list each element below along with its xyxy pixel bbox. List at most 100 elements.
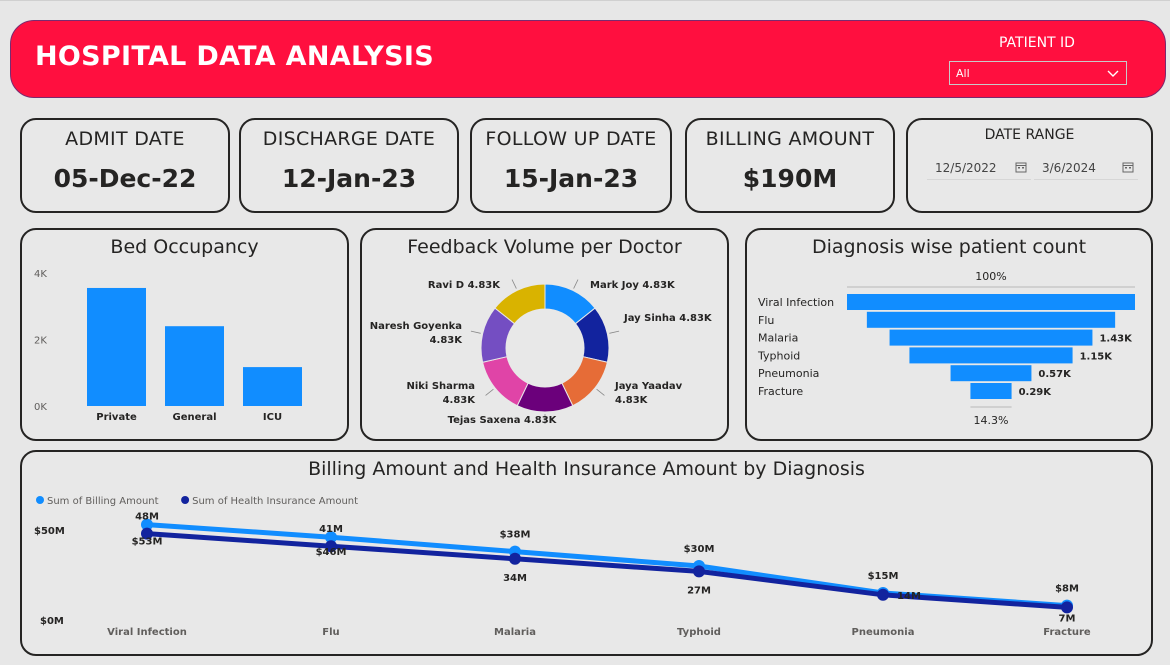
date-range-slicer: DATE RANGE 12/5/2022 3/6/2024 — [906, 118, 1153, 213]
data-label: $8M — [1055, 584, 1079, 595]
kpi-label: FOLLOW UP DATE — [485, 128, 657, 150]
series-point — [693, 565, 705, 578]
slice-label: Mark Joy 4.83K — [590, 280, 676, 291]
slice-label: Jay Sinha 4.83K — [623, 313, 713, 324]
bed-occupancy-card: Bed Occupancy 0K 2K 4K Private General ICU — [20, 228, 349, 441]
slice-label-name: Niki Sharma — [406, 381, 475, 392]
start-date-input[interactable]: 12/5/2022 — [927, 156, 1031, 180]
x-tick-label: Flu — [322, 627, 339, 638]
date-range-label: DATE RANGE — [984, 127, 1075, 143]
data-label: $38M — [500, 530, 531, 541]
y-tick-label: $50M — [34, 526, 65, 537]
kpi-label: BILLING AMOUNT — [705, 128, 875, 150]
page-title: HOSPITAL DATA ANALYSIS — [35, 41, 434, 72]
donut-slice — [482, 356, 529, 407]
data-label: $30M — [684, 544, 715, 555]
kpi-value: 15-Jan-23 — [503, 164, 639, 193]
funnel-bar — [950, 365, 1032, 382]
x-tick-label: Typhoid — [677, 627, 721, 638]
data-label: $53M — [132, 537, 163, 548]
legend-label: Sum of Billing Amount — [47, 496, 159, 507]
kpi-label: ADMIT DATE — [65, 128, 185, 150]
leader-line — [609, 330, 620, 334]
x-tick-label: Malaria — [494, 627, 536, 638]
dashboard: HOSPITAL DATA ANALYSIS PATIENT ID All AD… — [0, 0, 1170, 665]
y-tick-label: $0M — [40, 616, 64, 627]
feedback-donut-chart: Mark Joy 4.83K Jay Sinha 4.83K Jaya Yaadav… — [370, 279, 713, 426]
data-label: 14M — [897, 591, 921, 602]
slice-label: Tejas Saxena 4.83K — [448, 415, 558, 426]
data-label: 27M — [687, 585, 711, 596]
data-label: 7M — [1059, 613, 1076, 624]
patient-id-value: All — [956, 67, 970, 80]
data-label: 1.43K — [1099, 334, 1133, 345]
top-percent-label: 100% — [975, 270, 1006, 283]
legend-label: Sum of Health Insurance Amount — [192, 496, 358, 507]
bar — [165, 326, 224, 406]
end-date-input[interactable]: 3/6/2024 — [1034, 156, 1138, 180]
bed-occupancy-chart: 0K 2K 4K Private General ICU — [34, 269, 302, 423]
funnel-bar — [866, 311, 1116, 328]
chevron-down-icon — [1107, 70, 1119, 77]
end-date-value: 3/6/2024 — [1042, 161, 1096, 175]
funnel-bar — [847, 294, 1135, 310]
x-tick-label: Private — [96, 412, 137, 423]
slice-label-value: 4.83K — [443, 395, 477, 406]
data-label: 0.29K — [1019, 387, 1053, 398]
calendar-icon[interactable] — [1015, 161, 1027, 173]
category-label: Typhoid — [757, 349, 800, 362]
leader-line — [596, 388, 605, 396]
x-tick-label: Viral Infection — [107, 627, 187, 638]
category-label: Malaria — [758, 332, 798, 345]
legend-marker — [181, 496, 190, 504]
category-label: Viral Infection — [758, 296, 834, 309]
diagnosis-funnel-chart: 100% Viral Infection Flu Malaria 1.43K Typhoi… — [757, 270, 1135, 427]
series-line — [146, 531, 1068, 610]
slice-label-value: 4.83K — [430, 335, 464, 346]
kpi-follow-up-date: FOLLOW UP DATE 15-Jan-23 — [470, 118, 672, 213]
series-point — [509, 552, 521, 565]
slice-label: Ravi D 4.83K — [428, 280, 501, 291]
leader-line — [511, 279, 517, 289]
data-label: 34M — [503, 573, 527, 584]
y-tick-label: 0K — [34, 402, 47, 413]
kpi-value: 12-Jan-23 — [281, 164, 417, 193]
slice-label-name: Naresh Goyenka — [370, 321, 462, 332]
billing-card: Billing Amount and Health Insurance Amou… — [20, 450, 1153, 656]
kpi-label: DISCHARGE DATE — [262, 128, 436, 150]
patient-id-dropdown[interactable]: All — [949, 61, 1127, 85]
category-label: Flu — [758, 314, 774, 327]
x-tick-label: Pneumonia — [852, 627, 915, 638]
calendar-icon[interactable] — [1122, 161, 1134, 173]
series-point — [1061, 601, 1073, 614]
header-banner: HOSPITAL DATA ANALYSIS PATIENT ID All — [10, 20, 1166, 98]
data-label: 48M — [135, 512, 159, 523]
leader-line — [470, 330, 481, 334]
legend-marker — [36, 496, 44, 504]
kpi-discharge-date: DISCHARGE DATE 12-Jan-23 — [239, 118, 459, 213]
funnel-bar — [889, 329, 1093, 346]
kpi-billing-amount: BILLING AMOUNT $190M — [685, 118, 895, 213]
leader-line — [573, 279, 579, 289]
y-tick-label: 4K — [34, 269, 47, 280]
slice-label-name: Jaya Yaadav — [614, 381, 683, 392]
diagnosis-card: Diagnosis wise patient count 100% Viral I… — [745, 228, 1153, 441]
kpi-value: 05-Dec-22 — [53, 164, 197, 193]
billing-line-chart: $50M $0M Sum of Billing Amount Sum of Healt… — [34, 496, 1091, 638]
data-label: $15M — [868, 571, 899, 582]
series-point — [877, 588, 889, 601]
start-date-value: 12/5/2022 — [935, 161, 997, 175]
y-tick-label: 2K — [34, 336, 47, 347]
kpi-admit-date: ADMIT DATE 05-Dec-22 — [20, 118, 230, 213]
x-tick-label: ICU — [263, 412, 282, 423]
patient-id-label: PATIENT ID — [999, 35, 1075, 51]
bottom-percent-label: 14.3% — [974, 414, 1009, 427]
funnel-bar — [970, 383, 1012, 399]
category-label: Fracture — [758, 385, 803, 398]
funnel-bar — [909, 347, 1073, 364]
x-tick-label: General — [173, 412, 217, 423]
data-label: 1.15K — [1080, 351, 1114, 362]
data-label: 41M — [319, 524, 343, 535]
category-label: Pneumonia — [758, 367, 819, 380]
data-label: $46M — [316, 547, 347, 558]
